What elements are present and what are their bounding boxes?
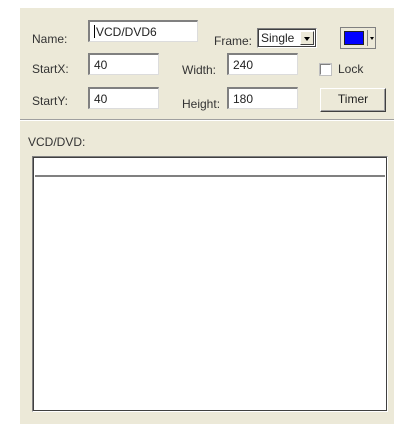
lock-checkbox[interactable] [319, 63, 332, 76]
lock-label[interactable]: Lock [338, 62, 363, 76]
text-caret [94, 25, 95, 38]
starty-label: StartY: [32, 94, 69, 108]
startx-label: StartX: [32, 62, 69, 76]
vcd-dvd-list[interactable] [32, 156, 388, 412]
name-label: Name: [32, 32, 68, 46]
properties-panel: Name: VCD/DVD6 Frame: Single StartX: 40 … [20, 8, 394, 424]
frame-label: Frame: [214, 34, 253, 48]
frame-color-picker[interactable] [340, 27, 376, 49]
width-label: Width: [182, 63, 217, 77]
timer-button[interactable]: Timer [320, 88, 386, 112]
list-header-row[interactable] [35, 159, 385, 177]
chevron-down-icon[interactable] [370, 37, 374, 40]
name-value: VCD/DVD6 [96, 25, 157, 39]
color-swatch [344, 31, 364, 45]
height-field[interactable]: 180 [227, 87, 298, 109]
swatch-divider [367, 30, 368, 46]
height-label: Height: [182, 97, 221, 111]
vcd-dvd-label: VCD/DVD: [28, 135, 86, 149]
starty-field[interactable]: 40 [88, 87, 159, 109]
startx-field[interactable]: 40 [88, 53, 159, 75]
chevron-down-icon[interactable] [300, 31, 314, 45]
frame-select[interactable]: Single [257, 28, 317, 48]
width-field[interactable]: 240 [227, 53, 298, 75]
name-field[interactable]: VCD/DVD6 [88, 20, 198, 42]
section-divider [20, 119, 394, 121]
frame-select-value: Single [261, 31, 295, 45]
